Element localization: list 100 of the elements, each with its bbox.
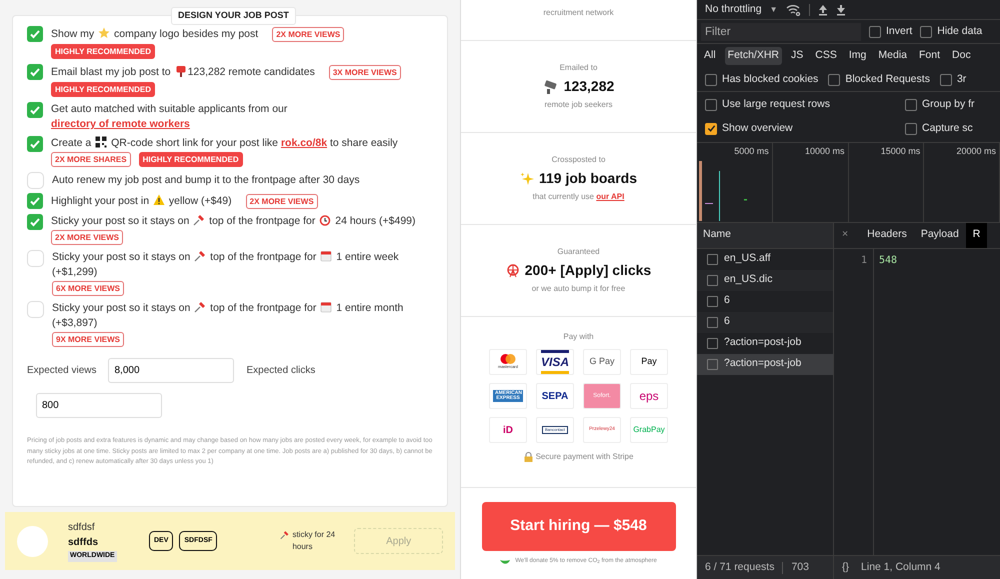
- filter-type-tab[interactable]: Media: [875, 47, 910, 65]
- feature-tag: 3X MORE VIEWS: [328, 65, 401, 80]
- stat-value: 200+ [Apply] clicks: [524, 261, 652, 280]
- calendar-icon: [320, 301, 332, 313]
- field-label: Expected clicks: [246, 364, 316, 378]
- checkbox[interactable]: [27, 64, 43, 80]
- option-label: Sticky your post so it stays on top of the frontpage for 24 hours (+$499): [51, 214, 416, 229]
- field-label: Expected views: [27, 364, 96, 378]
- pushpin-icon: [193, 214, 206, 226]
- checkbox[interactable]: Show overview: [705, 120, 905, 136]
- checkmark-icon: [29, 66, 41, 78]
- detail-tab[interactable]: R: [966, 222, 988, 248]
- qr-code-icon: [95, 136, 108, 148]
- option-label: Get auto matched with suitable applicants from our directory of remote workers: [51, 102, 288, 132]
- filter-type-tab[interactable]: Img: [846, 47, 870, 65]
- caption: recruitment network: [543, 7, 614, 19]
- checkbox[interactable]: [27, 214, 43, 230]
- ferris-wheel-icon: [506, 264, 520, 278]
- pushpin-icon: [194, 250, 206, 262]
- checkbox[interactable]: [27, 136, 43, 152]
- checkbox[interactable]: Capture sc: [905, 120, 992, 136]
- request-row[interactable]: en_US.dic: [697, 270, 833, 290]
- throttling-select[interactable]: No throttling: [705, 2, 762, 18]
- filter-type-tab[interactable]: Doc: [949, 47, 974, 65]
- views-field[interactable]: 8,000: [108, 358, 234, 383]
- filter-field[interactable]: Filter: [701, 22, 861, 40]
- checkbox[interactable]: [27, 102, 43, 118]
- start-hiring-button[interactable]: Start hiring — $548: [482, 502, 676, 551]
- checkbox[interactable]: [27, 250, 44, 267]
- sparkles-icon: [520, 172, 534, 186]
- dropdown-caret[interactable]: ▼: [770, 4, 778, 16]
- pay-label: Pay with: [563, 331, 594, 343]
- column-header: Name: [703, 227, 732, 242]
- secure-note: Secure payment with Stripe: [536, 451, 634, 463]
- checkbox[interactable]: 3r: [940, 72, 966, 88]
- option-label: Show my company logo besides my post: [51, 27, 258, 42]
- calendar-icon: [320, 250, 332, 262]
- filter-type-tab[interactable]: Font: [916, 47, 944, 65]
- filter-type-tab[interactable]: JS: [788, 47, 806, 65]
- checkbox[interactable]: Hide data: [920, 24, 982, 40]
- link[interactable]: directory of remote workers: [51, 118, 190, 130]
- cursor-position: Line 1, Column 4: [861, 560, 940, 575]
- api-link[interactable]: our API: [596, 192, 624, 201]
- checkbox[interactable]: [27, 193, 43, 209]
- checkbox[interactable]: Use large request rows: [705, 97, 905, 113]
- section-title: DESIGN YOUR JOB POST: [171, 7, 296, 24]
- pretty-print-button[interactable]: {}: [842, 560, 850, 576]
- filter-type-tab[interactable]: All: [701, 47, 719, 65]
- stat-value: 123,282: [564, 77, 614, 96]
- company-name: sdfdsf: [68, 521, 96, 536]
- checkmark-icon: [29, 138, 41, 150]
- option-label: Highlight your post in yellow (+$49): [51, 194, 232, 209]
- feature-tag: 9X MORE VIEWS: [52, 332, 124, 347]
- request-row[interactable]: ?action=post-job: [697, 354, 833, 374]
- leaf-icon: [500, 558, 510, 565]
- checkbox[interactable]: [27, 301, 44, 318]
- link[interactable]: rok.co/8k: [280, 137, 328, 149]
- detail-tab[interactable]: Payload: [914, 222, 966, 248]
- timeline-tick: 15000 ms: [880, 146, 920, 156]
- checkbox[interactable]: Blocked Requests: [828, 72, 930, 88]
- option-label: Sticky your post so it stays on top of the frontpage for 1 entire week (+$1,299): [52, 250, 400, 280]
- detail-tab[interactable]: Headers: [860, 222, 914, 248]
- checkmark-icon: [29, 28, 41, 40]
- checkbox[interactable]: Invert: [869, 24, 912, 40]
- checkmark-icon: [29, 195, 41, 207]
- checkmark-icon: [29, 216, 41, 228]
- sticky-note: sticky for 24 hours: [292, 529, 336, 553]
- filter-type-tab[interactable]: CSS: [812, 47, 840, 65]
- checkbox[interactable]: [27, 26, 43, 42]
- filter-type-tab[interactable]: Fetch/XHR: [724, 47, 782, 65]
- timeline-tick: 5000 ms: [734, 146, 769, 156]
- payment-logo: eps: [630, 383, 668, 409]
- feature-tag: 2X MORE SHARES: [51, 152, 131, 167]
- warning-icon: [152, 194, 165, 206]
- payment-logo: Pay: [630, 349, 668, 375]
- wifi-settings-icon[interactable]: [786, 4, 801, 16]
- feature-tag: 2X MORE VIEWS: [272, 27, 344, 42]
- pushpin-icon: [194, 301, 206, 313]
- feature-tag: 6X MORE VIEWS: [52, 281, 124, 296]
- upload-icon[interactable]: [818, 4, 828, 16]
- checkmark-icon: [29, 104, 41, 116]
- timeline-tick: 20000 ms: [956, 146, 996, 156]
- payment-logo: SEPA: [536, 383, 574, 409]
- request-count: 6 / 71 requests: [705, 560, 774, 575]
- payment-logo: VISA: [536, 349, 574, 375]
- timeline-bars-drawing: [699, 160, 749, 220]
- download-icon[interactable]: [836, 4, 846, 16]
- feature-tag: HIGHLY RECOMMENDED: [138, 152, 243, 167]
- alarm-clock-icon: [319, 214, 332, 226]
- clicks-field[interactable]: 800: [36, 393, 162, 418]
- checkbox[interactable]: Group by fr: [905, 97, 992, 113]
- stat-caption: remote job seekers: [544, 99, 613, 111]
- checkbox[interactable]: [27, 172, 44, 189]
- feature-tag: 2X MORE VIEWS: [51, 230, 124, 245]
- option-label: Create a QR-code short link for your post like rok.co/8k to share easily: [51, 136, 398, 151]
- close-icon[interactable]: ×: [842, 227, 848, 243]
- checkbox[interactable]: Has blocked cookies: [705, 72, 818, 88]
- option-label: Auto renew my job post and bump it to the frontpage after 30 days: [52, 173, 360, 188]
- request-row[interactable]: 6: [697, 312, 833, 332]
- feature-tag: 2X MORE VIEWS: [246, 194, 318, 209]
